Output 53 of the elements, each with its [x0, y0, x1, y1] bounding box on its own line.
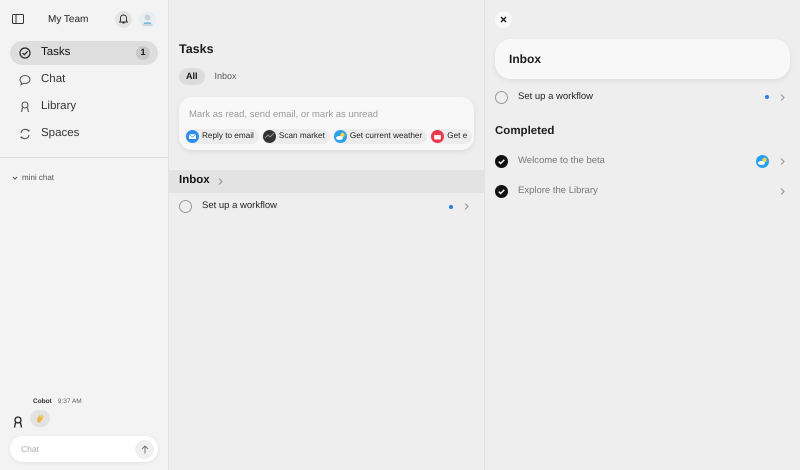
suggestion-chip[interactable]: Scan market	[262, 128, 330, 144]
team-name: My Team	[48, 12, 88, 26]
person-icon	[19, 101, 31, 113]
chevron-icon	[12, 174, 18, 180]
suggestion-chip[interactable]: Get e	[430, 128, 472, 144]
nav-item[interactable]: Chat	[10, 68, 158, 92]
nav-item[interactable]: Spaces	[10, 122, 158, 146]
chevron-icon[interactable]	[779, 92, 786, 102]
avatar-icon[interactable]	[139, 10, 156, 28]
sidebar-toggle-button[interactable]	[12, 14, 24, 24]
chat-bubble-icon	[19, 74, 31, 86]
arrow-up-icon	[140, 444, 148, 454]
filter-tab[interactable]: All	[179, 68, 205, 86]
bot-avatar-icon	[12, 416, 24, 428]
task-title: Explore the Library	[518, 184, 598, 198]
mail-icon	[186, 130, 199, 142]
suggestion-chip[interactable]: Get current weather	[332, 128, 428, 144]
close-icon	[500, 16, 507, 23]
check-circle-icon	[19, 47, 31, 59]
inbox-header: Inbox	[495, 39, 790, 79]
chevron-icon[interactable]	[779, 156, 786, 166]
task-title: Welcome to the beta	[518, 154, 605, 168]
checked-circle-icon[interactable]	[495, 184, 508, 198]
task-title: Set up a workflow	[518, 90, 593, 104]
weather-icon	[334, 130, 347, 142]
page-title: Tasks	[178, 41, 215, 58]
chat-input-field[interactable]: Chat	[10, 436, 158, 462]
chevron-icon[interactable]	[779, 186, 786, 196]
task-title: Set up a workflow	[202, 199, 277, 214]
count-badge: 1	[136, 46, 150, 60]
close-button[interactable]	[495, 11, 512, 28]
calendar-icon	[431, 130, 444, 142]
command-field[interactable]: Mark as read, send email, or mark as unread Reply to email Scan market Get current weather Get e	[179, 97, 474, 150]
nav-item[interactable]: Library	[10, 95, 158, 119]
bell-icon	[119, 14, 128, 24]
filter-tab[interactable]: Inbox	[208, 68, 244, 86]
checked-circle-icon[interactable]	[495, 154, 508, 168]
send-button[interactable]	[135, 440, 154, 458]
section-toggle[interactable]: mini chat	[12, 172, 54, 184]
group-header[interactable]: Inbox	[179, 172, 224, 190]
task-checkbox[interactable]	[179, 200, 192, 213]
suggestion-chip[interactable]: Reply to email	[185, 128, 259, 144]
section-title: Completed	[495, 124, 556, 139]
sidebar-icon	[12, 14, 24, 24]
nav-item[interactable]: Tasks 1	[10, 41, 158, 65]
hand-icon	[36, 414, 44, 423]
chat-input[interactable]: Chat	[19, 442, 135, 456]
chevron-icon[interactable]	[463, 202, 470, 211]
chevron-icon	[216, 176, 224, 186]
weather-icon	[756, 154, 769, 168]
sync-icon	[19, 128, 31, 140]
task-checkbox[interactable]	[495, 90, 508, 104]
notifications-button[interactable]	[115, 10, 132, 28]
